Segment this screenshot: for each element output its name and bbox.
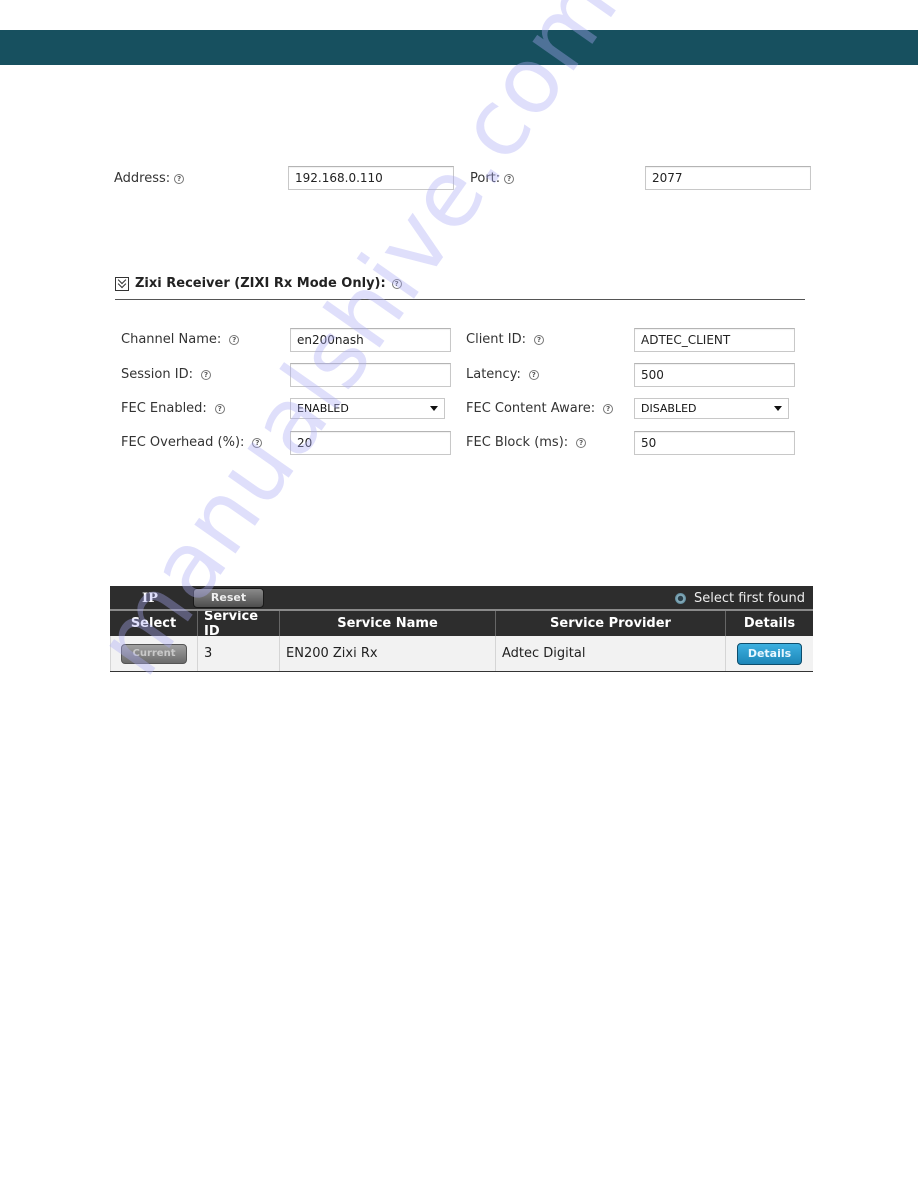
session-id-input[interactable] [290, 363, 451, 387]
label-text: FEC Block (ms): [466, 435, 569, 450]
label-text: FEC Content Aware: [466, 401, 596, 416]
reset-button[interactable]: Reset [193, 588, 264, 608]
port-label: Port: ? [470, 171, 515, 186]
column-header: Select [110, 611, 198, 636]
port-input[interactable]: 2077 [645, 166, 811, 190]
details-button[interactable]: Details [737, 642, 802, 665]
label-text: FEC Overhead (%): [121, 435, 245, 450]
label-text: Client ID: [466, 332, 526, 347]
help-icon[interactable]: ? [391, 278, 402, 289]
fec-content-aware-select[interactable]: DISABLED [634, 398, 789, 419]
help-icon[interactable]: ? [200, 369, 211, 380]
fec-content-aware-label: FEC Content Aware: ? [466, 401, 614, 416]
column-header: Service Provider [496, 611, 726, 636]
help-icon[interactable]: ? [174, 173, 185, 184]
fec-overhead-label: FEC Overhead (%): ? [121, 435, 263, 450]
header-band [0, 30, 918, 65]
session-id-label: Session ID: ? [121, 367, 211, 382]
column-header: Service Name [280, 611, 496, 636]
select-cell: Current [110, 636, 198, 671]
client-id-input[interactable]: ADTEC_CLIENT [634, 328, 795, 352]
zixi-section-header[interactable]: Zixi Receiver (ZIXI Rx Mode Only): ? [115, 276, 402, 291]
column-header: Service ID [198, 609, 280, 639]
label-text: FEC Enabled: [121, 401, 207, 416]
source-label: IP [142, 591, 158, 606]
address-label-text: Address: [114, 171, 171, 186]
fec-block-label: FEC Block (ms): ? [466, 435, 587, 450]
radio-label: Select first found [693, 591, 805, 606]
label-text: Session ID: [121, 367, 193, 382]
selected-value: ENABLED [297, 402, 349, 415]
select-first-found-option[interactable]: Select first found [674, 591, 805, 606]
service-name-cell: EN200 Zixi Rx [280, 636, 496, 671]
label-text: Latency: [466, 367, 521, 382]
latency-label: Latency: ? [466, 367, 539, 382]
client-id-label: Client ID: ? [466, 332, 544, 347]
help-icon[interactable]: ? [252, 437, 263, 448]
help-icon[interactable]: ? [528, 369, 539, 380]
table-row: Current 3 EN200 Zixi Rx Adtec Digital De… [110, 636, 813, 672]
help-icon[interactable]: ? [576, 437, 587, 448]
fec-enabled-label: FEC Enabled: ? [121, 401, 225, 416]
fec-enabled-select[interactable]: ENABLED [290, 398, 445, 419]
help-icon[interactable]: ? [229, 334, 240, 345]
service-provider-cell: Adtec Digital [496, 636, 726, 671]
services-table: IP Reset Select first found Select Servi… [110, 586, 813, 672]
help-icon[interactable]: ? [214, 403, 225, 414]
address-label: Address: ? [114, 171, 185, 186]
fec-block-input[interactable]: 50 [634, 431, 795, 455]
collapse-chevron-icon[interactable] [115, 276, 129, 291]
table-toolbar: IP Reset Select first found [110, 586, 813, 611]
details-cell: Details [726, 636, 813, 671]
latency-input[interactable]: 500 [634, 363, 795, 387]
channel-name-label: Channel Name: ? [121, 332, 240, 347]
channel-name-input[interactable]: en200nash [290, 328, 451, 352]
help-icon[interactable]: ? [534, 334, 544, 345]
dropdown-arrow-icon [430, 406, 438, 411]
column-header: Details [743, 616, 796, 631]
section-title: Zixi Receiver (ZIXI Rx Mode Only): [135, 276, 386, 291]
help-icon[interactable]: ? [504, 173, 515, 184]
radio-selected-icon[interactable] [674, 593, 686, 604]
service-id-cell: 3 [198, 636, 280, 671]
selected-value: DISABLED [641, 402, 697, 415]
current-button[interactable]: Current [121, 643, 187, 664]
help-icon[interactable]: ? [603, 403, 614, 414]
label-text: Channel Name: [121, 332, 222, 347]
fec-overhead-input[interactable]: 20 [290, 431, 451, 455]
table-header-row: Select Service ID Service Name Service P… [110, 609, 813, 639]
port-label-text: Port: [470, 171, 501, 186]
address-input[interactable]: 192.168.0.110 [288, 166, 454, 190]
section-divider [115, 299, 805, 300]
dropdown-arrow-icon [774, 406, 782, 411]
